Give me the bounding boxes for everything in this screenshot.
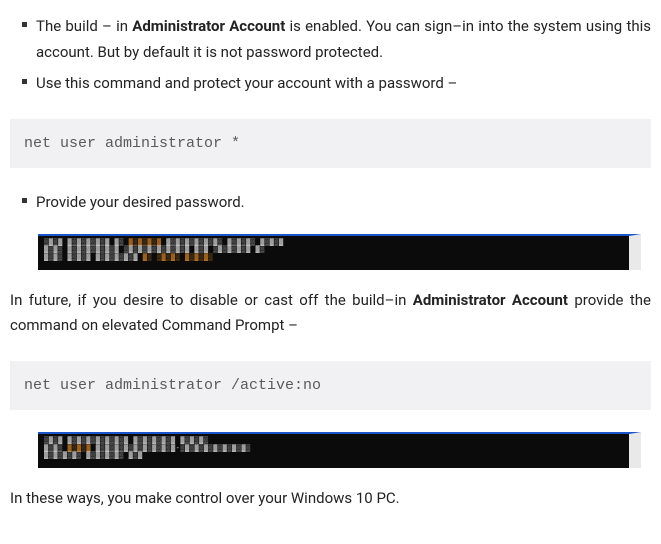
terminal-screenshot-1: ▒▓▒▓ ▓▒▓▒▓▒▓▒▓ ▓▒ ▓▒▓▒▓▒▓ ▓▒▓▒▓▒▓▒▓▒▓▒ ▓… <box>38 234 641 270</box>
bullet-list-1: The build – in Administrator Account is … <box>10 14 651 97</box>
list-item: Use this command and protect your accoun… <box>36 71 651 97</box>
paragraph-1: In future, if you desire to disable or c… <box>10 288 651 339</box>
code-block-1: net user administrator * <box>10 119 651 169</box>
list-item: Provide your desired password. <box>36 190 651 216</box>
code-block-2: net user administrator /active:no <box>10 361 651 411</box>
bullet-list-2: Provide your desired password. <box>10 190 651 216</box>
text-bold: Administrator Account <box>132 17 285 35</box>
text-post: Provide your desired password. <box>36 193 245 211</box>
text-pre: In future, if you desire to disable or c… <box>10 291 413 309</box>
terminal-screenshot-2: ▒▓▒▓ ▓▒▓▒▓▒▓▒▓▒▓▒▓ ▓▒▓▒▓▒▓▒▓ ▓▒▓▒▓▒ ▓▒▓▒… <box>38 432 641 468</box>
paragraph-2: In these ways, you make control over you… <box>10 486 651 512</box>
text-bold: Administrator Account <box>413 291 568 309</box>
text-pre: The build – in <box>36 17 132 35</box>
text-post: Use this command and protect your accoun… <box>36 74 457 92</box>
list-item: The build – in Administrator Account is … <box>36 14 651 65</box>
